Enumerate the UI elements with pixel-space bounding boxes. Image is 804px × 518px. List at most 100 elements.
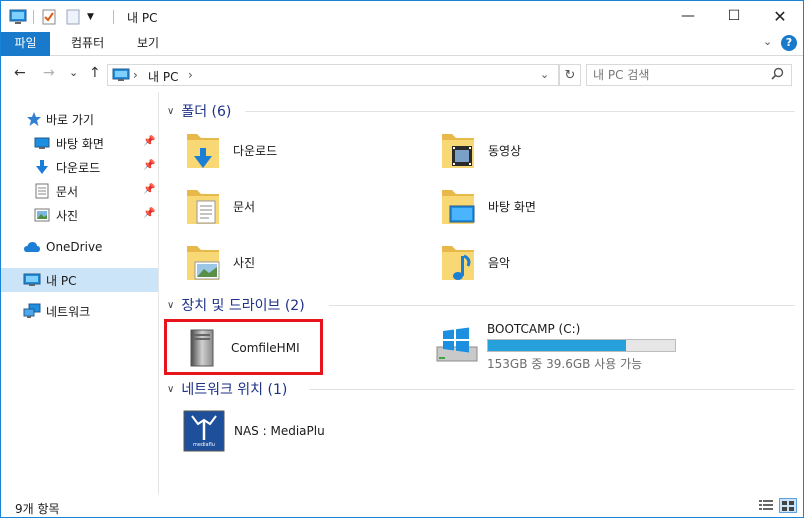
explorer-window: ▼ 내 PC — ☐ ✕ 파일 컴퓨터 보기 ⌄ ? ← → ⌄ ↑ › 내 P… xyxy=(0,0,804,518)
search-input[interactable] xyxy=(593,67,763,83)
folder-label: 문서 xyxy=(233,199,256,214)
folder-label: 다운로드 xyxy=(233,143,278,158)
sidebar-item-label: 사진 xyxy=(56,208,79,223)
sidebar-item-onedrive[interactable]: OneDrive xyxy=(1,236,158,258)
collapse-chevron-icon[interactable]: ∨ xyxy=(167,300,174,311)
divider xyxy=(33,10,34,24)
group-title: 네트워크 위치 (1) xyxy=(181,382,288,398)
network-location-nas[interactable]: mediaflu NAS : MediaPlu xyxy=(183,409,325,453)
up-button[interactable]: ↑ xyxy=(89,65,101,81)
sidebar-item-quick-access[interactable]: 바로 가기 xyxy=(1,108,158,130)
drive-bootcamp-c[interactable]: BOOTCAMP (C:) 153GB 중 39.6GB 사용 가능 xyxy=(435,321,695,372)
folder-downloads[interactable]: 다운로드 xyxy=(183,126,383,174)
divider xyxy=(113,10,114,24)
network-icon xyxy=(23,303,41,319)
pc-icon xyxy=(23,272,41,288)
folder-pictures[interactable]: 사진 xyxy=(183,238,383,286)
drive-usage-bar xyxy=(487,339,676,352)
highlight-box xyxy=(164,319,323,375)
sidebar-item-label: 내 PC xyxy=(46,273,77,288)
address-separator[interactable]: › xyxy=(133,68,138,82)
properties-icon[interactable] xyxy=(41,7,57,27)
pc-icon xyxy=(112,68,130,85)
folder-videos[interactable]: 동영상 xyxy=(438,126,638,174)
address-separator[interactable]: › xyxy=(188,68,193,82)
desktop-icon xyxy=(33,135,51,151)
help-icon[interactable]: ? xyxy=(781,35,797,51)
address-bar[interactable]: › 내 PC › ⌄ xyxy=(107,64,559,86)
pictures-icon xyxy=(33,207,51,223)
downloads-folder-icon xyxy=(187,134,219,168)
pictures-folder-icon xyxy=(187,246,220,280)
pin-icon[interactable]: 📌 xyxy=(143,184,155,195)
minimize-button[interactable]: — xyxy=(665,1,711,31)
recent-locations-button[interactable]: ⌄ xyxy=(69,66,78,79)
documents-folder-icon xyxy=(187,190,219,224)
sidebar-item-label: 바탕 화면 xyxy=(56,136,104,151)
folder-music[interactable]: 음악 xyxy=(438,238,638,286)
sidebar-item-label: 네트워크 xyxy=(46,304,91,319)
title-bar: ▼ 내 PC — ☐ ✕ xyxy=(1,1,803,32)
documents-icon xyxy=(33,183,51,199)
download-icon xyxy=(33,159,51,175)
cloud-icon xyxy=(23,239,41,255)
folder-documents[interactable]: 문서 xyxy=(183,182,383,230)
desktop-folder-icon xyxy=(442,190,475,224)
pc-app-icon[interactable] xyxy=(9,7,27,27)
maximize-button[interactable]: ☐ xyxy=(711,1,757,31)
navigation-bar: ← → ⌄ ↑ › 내 PC › ⌄ ↻ xyxy=(1,57,803,91)
refresh-button[interactable]: ↻ xyxy=(559,64,581,86)
drive-space-text: 153GB 중 39.6GB 사용 가능 xyxy=(487,357,643,371)
content-pane: ∨ 폴더 (6) 다운로드 동영상 문서 바탕 화면 사진 음악 ∨ 장치 및 … xyxy=(161,92,802,494)
tab-computer[interactable]: 컴퓨터 xyxy=(59,32,116,56)
drive-label: BOOTCAMP (C:) xyxy=(487,322,581,336)
new-folder-icon[interactable] xyxy=(65,7,81,27)
collapse-chevron-icon[interactable]: ∨ xyxy=(167,384,174,395)
back-button[interactable]: ← xyxy=(14,65,26,81)
divider xyxy=(309,389,795,390)
logo-text: mediaflu xyxy=(193,442,215,448)
music-folder-icon xyxy=(442,246,474,280)
folder-desktop[interactable]: 바탕 화면 xyxy=(438,182,638,230)
pin-icon[interactable]: 📌 xyxy=(143,208,155,219)
search-box[interactable] xyxy=(586,64,792,86)
sidebar-item-desktop[interactable]: 바탕 화면 📌 xyxy=(1,132,158,154)
navigation-pane: 바로 가기 바탕 화면 📌 다운로드 📌 문서 📌 사진 📌 OneDrive … xyxy=(1,92,159,494)
sidebar-item-downloads[interactable]: 다운로드 📌 xyxy=(1,156,158,178)
pin-icon[interactable]: 📌 xyxy=(143,160,155,171)
group-title: 장치 및 드라이브 (2) xyxy=(181,298,305,314)
pin-icon[interactable]: 📌 xyxy=(143,136,155,147)
network-location-label: NAS : MediaPlu xyxy=(234,424,325,438)
collapse-chevron-icon[interactable]: ∨ xyxy=(167,106,174,117)
address-dropdown-icon[interactable]: ⌄ xyxy=(540,68,549,81)
group-header-drives[interactable]: ∨ 장치 및 드라이브 (2) xyxy=(167,295,305,315)
mediaflu-logo-icon: mediaflu xyxy=(183,410,225,452)
group-title: 폴더 (6) xyxy=(181,104,232,120)
sidebar-item-this-pc[interactable]: 내 PC xyxy=(1,268,158,292)
search-icon[interactable] xyxy=(771,67,784,83)
ribbon-tabs: 파일 컴퓨터 보기 ⌄ ? xyxy=(1,32,803,56)
sidebar-item-documents[interactable]: 문서 📌 xyxy=(1,180,158,202)
folder-label: 바탕 화면 xyxy=(488,199,536,214)
sidebar-item-label: OneDrive xyxy=(46,240,103,254)
forward-button[interactable]: → xyxy=(43,65,55,81)
details-view-icon[interactable] xyxy=(759,499,773,514)
sidebar-item-network[interactable]: 네트워크 xyxy=(1,300,158,322)
close-button[interactable]: ✕ xyxy=(757,1,803,31)
windows-drive-icon xyxy=(436,327,478,362)
customize-qat-icon[interactable]: ▼ xyxy=(87,7,94,27)
tab-view[interactable]: 보기 xyxy=(125,32,171,56)
sidebar-item-pictures[interactable]: 사진 📌 xyxy=(1,204,158,226)
folder-label: 동영상 xyxy=(488,143,522,158)
folder-label: 음악 xyxy=(488,255,511,270)
sidebar-item-label: 바로 가기 xyxy=(46,112,94,127)
address-crumb-this-pc[interactable]: 내 PC xyxy=(148,68,178,85)
expand-ribbon-icon[interactable]: ⌄ xyxy=(763,35,772,48)
tiles-view-icon[interactable] xyxy=(779,498,797,513)
group-header-network[interactable]: ∨ 네트워크 위치 (1) xyxy=(167,379,287,399)
group-header-folders[interactable]: ∨ 폴더 (6) xyxy=(167,101,231,121)
tab-file[interactable]: 파일 xyxy=(1,32,50,56)
star-icon xyxy=(25,111,43,127)
window-title: 내 PC xyxy=(127,11,158,25)
drive-usage-fill xyxy=(488,340,627,351)
